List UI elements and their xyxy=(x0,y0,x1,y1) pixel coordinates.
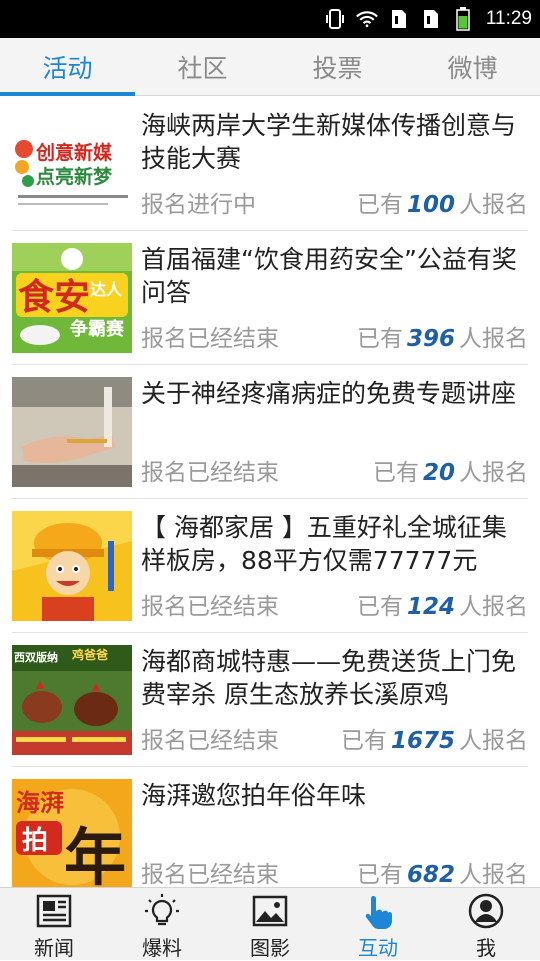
list-item[interactable]: 海湃 拍 年 海湃邀您拍年俗年味 报名已经结束 已有 682 人报名 xyxy=(12,767,528,887)
nav-news[interactable]: 新闻 xyxy=(0,888,108,960)
svg-text:拍: 拍 xyxy=(22,826,48,856)
item-status: 报名已经结束 xyxy=(141,326,279,352)
tab-vote[interactable]: 投票 xyxy=(270,38,405,95)
item-thumbnail: 海湃 拍 年 xyxy=(12,779,132,887)
svg-text:达人: 达人 xyxy=(90,280,123,299)
item-thumbnail: 创意新媒 点亮新梦 xyxy=(12,109,132,219)
item-title: 海都商城特惠——免费送货上门免费宰杀 原生态放养长溪原鸡 xyxy=(141,647,517,709)
clock: 11:29 xyxy=(485,8,532,29)
svg-text:点亮新梦: 点亮新梦 xyxy=(36,165,113,188)
nav-interact[interactable]: 互动 xyxy=(324,888,432,960)
activity-list: 创意新媒 点亮新梦 海峡两岸大学生新媒体传播创意与技能大赛 报名进行中 已有 10… xyxy=(0,97,540,887)
item-signup-count: 已有 20 人报名 xyxy=(372,460,528,486)
vibrate-icon xyxy=(324,8,346,30)
item-status: 报名进行中 xyxy=(141,192,256,218)
item-signup-count: 已有 682 人报名 xyxy=(356,862,528,887)
item-signup-count: 已有 124 人报名 xyxy=(356,594,528,620)
list-item[interactable]: 创意新媒 点亮新梦 海峡两岸大学生新媒体传播创意与技能大赛 报名进行中 已有 10… xyxy=(12,97,528,231)
sim1-icon xyxy=(388,8,410,30)
item-status: 报名已经结束 xyxy=(141,594,279,620)
item-title: 海湃邀您拍年俗年味 xyxy=(141,781,367,810)
item-thumbnail: 食安 达人 争霸赛 xyxy=(12,243,132,353)
item-status: 报名已经结束 xyxy=(141,460,279,486)
status-bar: 11:29 xyxy=(0,0,540,38)
nav-gallery[interactable]: 图影 xyxy=(216,888,324,960)
list-item[interactable]: 关于神经疼痛病症的免费专题讲座 报名已经结束 已有 20 人报名 xyxy=(12,365,528,499)
list-item[interactable]: 食安 达人 争霸赛 首届福建“饮食用药安全”公益有奖问答 报名已经结束 已有 39… xyxy=(12,231,528,365)
svg-text:创意新媒: 创意新媒 xyxy=(35,141,113,164)
nav-me[interactable]: 我 xyxy=(432,888,540,960)
sim2-icon xyxy=(420,8,442,30)
picture-icon xyxy=(251,892,289,930)
battery-icon xyxy=(452,7,474,31)
tab-weibo[interactable]: 微博 xyxy=(405,38,540,95)
tab-community[interactable]: 社区 xyxy=(135,38,270,95)
list-item[interactable]: 【 海都家居 】五重好礼全城征集样板房，88平方仅需77777元 报名已经结束 … xyxy=(12,499,528,633)
hand-tap-icon xyxy=(359,892,397,930)
item-signup-count: 已有 396 人报名 xyxy=(356,326,528,352)
nav-tips[interactable]: 爆料 xyxy=(108,888,216,960)
item-status: 报名已经结束 xyxy=(141,728,279,754)
item-title: 首届福建“饮食用药安全”公益有奖问答 xyxy=(141,245,517,307)
svg-text:海湃: 海湃 xyxy=(16,789,64,817)
newspaper-icon xyxy=(35,892,73,930)
item-title: 海峡两岸大学生新媒体传播创意与技能大赛 xyxy=(141,111,517,173)
tab-activity[interactable]: 活动 xyxy=(0,38,135,96)
list-item[interactable]: 西双版纳 鸡爸爸 海都商城特惠——免费送货上门免费宰杀 原生态放养长溪原鸡 报名… xyxy=(12,633,528,767)
svg-text:西双版纳: 西双版纳 xyxy=(14,650,58,664)
svg-text:鸡爸爸: 鸡爸爸 xyxy=(71,647,108,662)
item-title: 关于神经疼痛病症的免费专题讲座 xyxy=(141,379,517,408)
tab-bar: 活动 社区 投票 微博 xyxy=(0,38,540,96)
item-title: 【 海都家居 】五重好礼全城征集样板房，88平方仅需77777元 xyxy=(141,513,507,575)
lightbulb-icon xyxy=(143,892,181,930)
item-status: 报名已经结束 xyxy=(141,862,279,887)
svg-text:食安: 食安 xyxy=(18,277,90,318)
svg-text:争霸赛: 争霸赛 xyxy=(70,318,125,340)
item-thumbnail xyxy=(12,511,132,621)
item-signup-count: 已有 100 人报名 xyxy=(356,192,528,218)
item-thumbnail xyxy=(12,377,132,487)
item-signup-count: 已有 1675 人报名 xyxy=(340,728,528,754)
user-icon xyxy=(467,892,505,930)
bottom-nav: 新闻 爆料 图影 互动 我 xyxy=(0,887,540,960)
svg-text:年: 年 xyxy=(64,821,126,887)
item-thumbnail: 西双版纳 鸡爸爸 xyxy=(12,645,132,755)
wifi-icon xyxy=(355,8,378,30)
